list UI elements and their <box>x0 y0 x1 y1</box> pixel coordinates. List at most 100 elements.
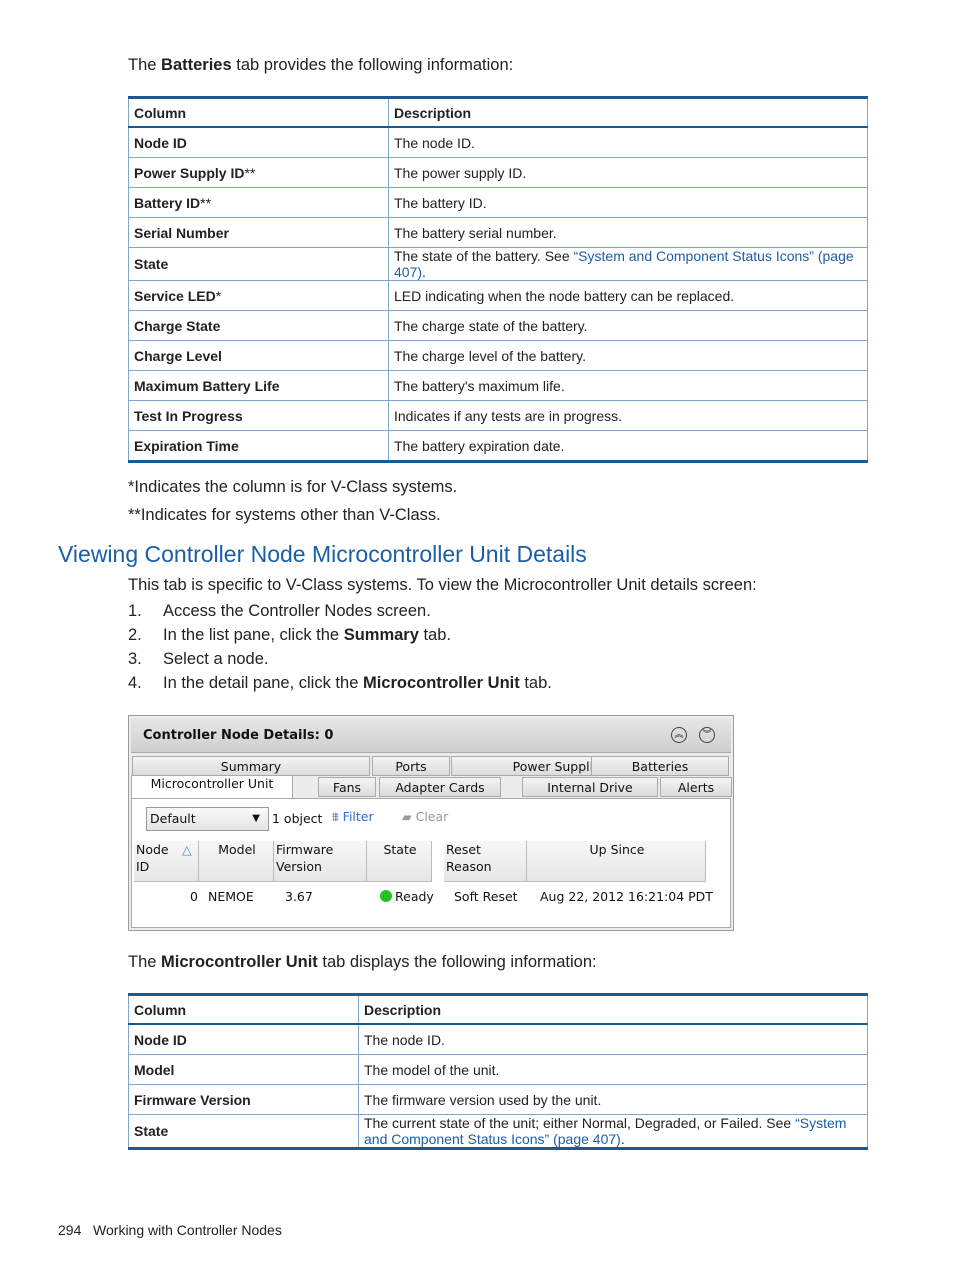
state-label: Ready <box>395 889 434 904</box>
description-text: The battery serial number. <box>394 224 557 241</box>
col-node-id[interactable]: Node ID △ <box>134 841 199 882</box>
step-item: 3. Select a node. <box>128 650 552 674</box>
column-name-text: State <box>134 1123 169 1139</box>
column-description: The firmware version used by the unit. <box>358 1084 868 1115</box>
tab-ports[interactable]: Ports <box>372 756 450 776</box>
chapter-title: Working with Controller Nodes <box>93 1222 282 1238</box>
step-item: 1. Access the Controller Nodes screen. <box>128 602 552 626</box>
col-header: Description <box>358 994 868 1025</box>
step-number: 2. <box>128 626 142 644</box>
collapse-up-icon[interactable]: ︽ <box>671 727 687 743</box>
description-text: The firmware version used by the unit. <box>364 1091 602 1108</box>
column-name-text: Maximum Battery Life <box>134 377 280 394</box>
column-name: State <box>128 1114 359 1149</box>
filter-button[interactable]: ⩩ Filter <box>332 809 374 825</box>
step-text: In the detail pane, click the <box>163 674 363 692</box>
table-row: Power Supply ID** The power supply ID. <box>128 157 868 188</box>
tab-internal-drive[interactable]: Internal Drive <box>522 777 658 797</box>
table-row: Maximum Battery Life The battery's maximu… <box>128 370 868 401</box>
page: The Batteries tab provides the following… <box>0 0 954 1271</box>
column-name: Expiration Time <box>128 430 389 462</box>
table-row: Node ID The node ID. <box>128 126 868 158</box>
table-row: Expiration Time The battery expiration da… <box>128 430 868 462</box>
tab-fans[interactable]: Fans <box>318 777 376 797</box>
text-bold: Batteries <box>161 56 232 74</box>
column-description: The node ID. <box>388 126 868 158</box>
col-up-since[interactable]: Up Since <box>527 841 706 882</box>
text: The <box>128 56 162 74</box>
column-name: Serial Number <box>128 217 389 248</box>
footnote-mark: * <box>215 287 222 304</box>
table-row: Node ID The node ID. <box>128 1023 868 1055</box>
step-number: 3. <box>128 650 142 668</box>
chevron-down-icon: ▼ <box>252 813 260 824</box>
column-name: Charge Level <box>128 340 389 371</box>
step-text: tab. <box>418 626 451 644</box>
step-text: Access the Controller Nodes screen. <box>163 602 431 620</box>
mcu-intro: The Microcontroller Unit tab displays th… <box>128 953 597 972</box>
col-header: Column <box>128 97 389 128</box>
footnote-mark: ** <box>244 164 256 181</box>
col-reset[interactable]: Reset Reason <box>444 841 527 882</box>
column-name: Charge State <box>128 310 389 341</box>
step-text: In the list pane, click the <box>163 626 344 644</box>
col-state[interactable]: State <box>367 841 432 882</box>
description-text: The power supply ID. <box>394 164 527 181</box>
view-select-value: Default <box>150 811 196 826</box>
cell-firmware: 3.67 <box>285 889 313 904</box>
column-description: The state of the battery. See “System an… <box>388 247 868 281</box>
table-row: Model The model of the unit. <box>128 1054 868 1085</box>
column-description: The model of the unit. <box>358 1054 868 1085</box>
column-name: State <box>128 247 389 281</box>
table-row: Firmware Version The firmware version use… <box>128 1084 868 1115</box>
text: The <box>128 953 162 971</box>
cell-node-id: 0 <box>190 889 198 904</box>
cell-model: NEMOE <box>208 889 254 904</box>
column-description: The battery's maximum life. <box>388 370 868 401</box>
tab-microcontroller-unit[interactable]: Microcontroller Unit <box>131 775 293 800</box>
tab-batteries[interactable]: Batteries <box>591 756 729 776</box>
description-text: . <box>620 1131 625 1147</box>
step-number: 1. <box>128 602 142 620</box>
tab-summary[interactable]: Summary <box>132 756 370 776</box>
column-name: Test In Progress <box>128 400 389 431</box>
footnote-mark: ** <box>200 194 212 211</box>
column-name: Node ID <box>128 1023 359 1055</box>
table-row: Serial Number The battery serial number. <box>128 217 868 248</box>
description-text: LED indicating when the node battery can… <box>394 287 735 304</box>
step-text: tab. <box>519 674 552 692</box>
description-text: The node ID. <box>364 1031 445 1048</box>
table-row: Charge Level The charge level of the batt… <box>128 340 868 371</box>
col-label: Firmware Version <box>276 842 334 874</box>
expand-down-icon[interactable]: ︾ <box>699 727 715 743</box>
text: tab provides the following information: <box>231 56 514 74</box>
clear-button[interactable]: ▰ Clear <box>402 809 448 824</box>
column-name-text: Test In Progress <box>134 407 243 424</box>
col-firmware[interactable]: Firmware Version <box>274 841 367 882</box>
batteries-intro: The Batteries tab provides the following… <box>128 56 513 75</box>
tab-adapter-cards[interactable]: Adapter Cards <box>379 777 501 797</box>
cell-reset: Soft Reset <box>454 889 518 904</box>
column-description: The battery expiration date. <box>388 430 868 462</box>
column-name-text: Charge State <box>134 317 221 334</box>
eraser-icon: ▰ <box>402 809 412 824</box>
cell-state: Ready <box>380 889 434 904</box>
column-name: Firmware Version <box>128 1084 359 1115</box>
filter-label: Filter <box>342 809 374 824</box>
step-item: 2. In the list pane, click the Summary ta… <box>128 626 552 650</box>
table-row: State The state of the battery. See “Syst… <box>128 247 868 281</box>
description-text: Indicates if any tests are in progress. <box>394 407 622 424</box>
table-row: State The current state of the unit; eith… <box>128 1114 868 1149</box>
tab-alerts[interactable]: Alerts <box>660 777 732 797</box>
view-select[interactable]: Default ▼ <box>146 807 269 831</box>
batteries-table: Column Description Node ID The node ID. Po… <box>128 96 868 463</box>
col-model[interactable]: Model <box>199 841 274 882</box>
panel-title: Controller Node Details: 0 <box>143 728 334 743</box>
column-name-text: Charge Level <box>134 347 222 364</box>
column-description: The battery ID. <box>388 187 868 218</box>
column-name: Battery ID** <box>128 187 389 218</box>
column-name-text: Node ID <box>134 1031 187 1048</box>
description-text: The state of the battery. See <box>394 248 574 264</box>
column-name-text: Model <box>134 1061 175 1078</box>
description-text: The model of the unit. <box>364 1061 500 1078</box>
